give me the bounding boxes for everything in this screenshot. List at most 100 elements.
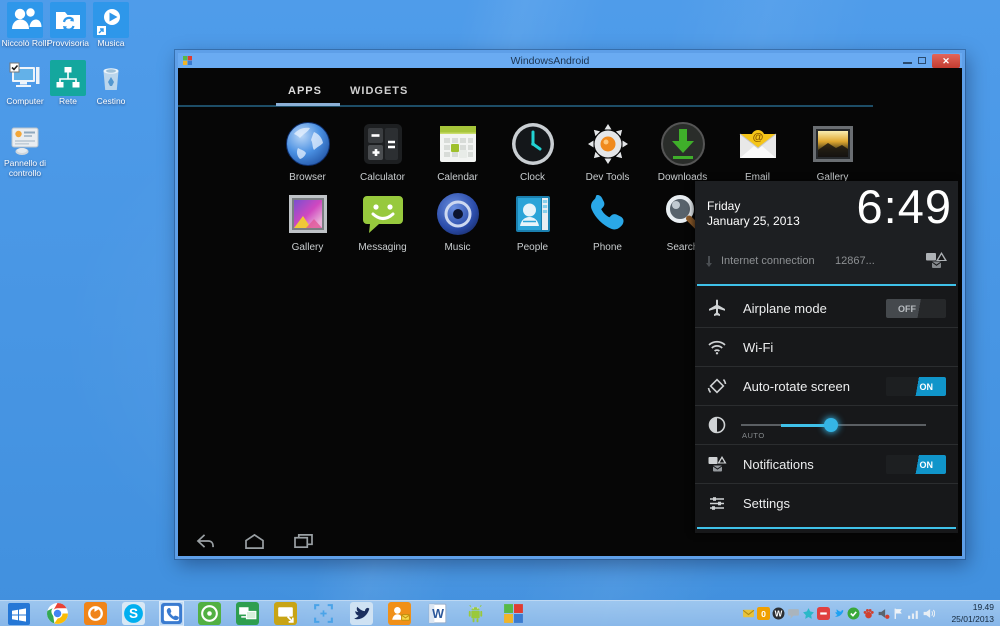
brightness-slider-thumb[interactable] [824,418,838,432]
taskbar-windowsandroid-icon[interactable] [502,602,525,625]
app-calendar[interactable]: Calendar [420,120,495,183]
taskbar-twitter-icon[interactable] [350,602,373,625]
maximize-button[interactable] [918,57,926,64]
tray-mail-icon[interactable] [742,607,755,620]
app-downloads[interactable]: Downloads [645,120,720,183]
quick-setting-notifications[interactable]: Notifications ON [695,445,958,484]
window-title: WindowsAndroid [510,54,590,67]
tray-recorder-icon[interactable] [817,607,830,620]
tray-volume-mixer-icon[interactable] [877,607,890,620]
recycle-bin-icon [93,60,129,96]
quick-setting-label: Wi-Fi [743,339,774,355]
panel-divider-bottom [697,527,956,529]
quick-setting-settings[interactable]: Settings [695,484,958,522]
notifications-toggle[interactable]: ON [886,455,946,474]
window-titlebar[interactable]: WindowsAndroid [178,53,962,68]
notification-signal-icon [705,254,713,273]
rotate-toggle[interactable]: ON [886,377,946,396]
tray-action-flag-icon[interactable] [892,607,905,620]
panel-divider-top [697,284,956,286]
quick-setting-airplane[interactable]: Airplane mode OFF [695,289,958,328]
app-email[interactable]: @ Email [720,120,795,183]
start-button[interactable] [8,602,32,625]
quick-setting-rotate[interactable]: Auto-rotate screen ON [695,367,958,406]
app-label: Search [666,242,699,253]
desktop-icon-control-panel[interactable]: Pannello di controllo [2,122,48,179]
taskbar-chrome-icon[interactable] [46,602,69,625]
app-label: Music [444,242,471,253]
svg-text:W: W [432,607,444,621]
tray-network-signal-icon[interactable] [907,607,920,620]
app-people[interactable]: People [495,190,570,253]
close-button[interactable] [932,53,960,68]
quick-settings: Airplane mode OFF Wi-Fi Auto-rotate screen O… [695,289,958,522]
app-calculator[interactable]: Calculator [345,120,420,183]
tab-apps[interactable]: APPS [288,85,322,97]
svg-text:0: 0 [761,609,766,619]
app-music-app[interactable]: Music [420,190,495,253]
system-tray: 0W [742,607,935,620]
taskbar-word-icon[interactable]: W [426,602,449,625]
quick-setting-brightness[interactable]: AUTO [695,406,958,445]
airplane-toggle[interactable]: OFF [886,299,946,318]
clock-icon [509,120,557,168]
tray-speaker-icon[interactable] [922,607,935,620]
quick-setting-label: Notifications [743,456,814,472]
tray-paw-icon[interactable] [862,607,875,620]
quick-setting-wifi[interactable]: Wi-Fi [695,328,958,367]
quick-setting-label: Auto-rotate screen [743,378,850,394]
taskbar-skype-icon[interactable]: S [122,602,145,625]
taskbar-screen-capture-icon[interactable] [312,602,335,625]
brightness-auto-label: AUTO [742,431,765,440]
user-icon [7,2,43,38]
airplane-icon [707,298,729,318]
taskbar-screen-share-icon[interactable] [274,602,297,625]
android-screen: APPS WIDGETS Browser Calculator Calendar Cl… [178,68,962,556]
folder-sync-icon [50,2,86,38]
tray-twitter-tray-icon[interactable] [832,607,845,620]
app-clock[interactable]: Clock [495,120,570,183]
nav-back-button[interactable] [194,533,217,550]
svg-text:W: W [775,610,783,619]
minimize-button[interactable] [903,61,912,64]
tray-counter-icon[interactable]: 0 [757,607,770,620]
taskbar-clock[interactable]: 19.49 25/01/2013 [942,602,994,625]
music-app-icon [434,190,482,238]
tray-antivirus-icon[interactable] [847,607,860,620]
nav-home-button[interactable] [243,533,266,550]
taskbar-media-orange-icon[interactable] [84,602,107,625]
app-browser[interactable]: Browser [270,120,345,183]
notification-item[interactable]: Internet connection 12867... [695,247,958,279]
clock-time: 19.49 [972,602,994,613]
desktop-icon-label: Cestino [96,96,126,106]
notification-label: Internet connection [721,255,815,267]
app-gallery-dark[interactable]: Gallery [795,120,870,183]
taskbar-outlook-icon[interactable] [388,602,411,625]
taskbar-android-icon[interactable] [464,602,487,625]
app-devtools[interactable]: Dev Tools [570,120,645,183]
panel-clock-area: Friday January 25, 2013 6:49 Internet co… [695,180,958,284]
taskbar: SW 0W 19.49 25/01/2013 [0,600,1000,626]
desktop-icon-label: Pannello di controllo [3,158,47,178]
app-grid-row-2: Gallery Messaging Music People Phone Search [270,190,720,253]
tray-messenger-icon[interactable] [802,607,815,620]
app-label: Gallery [291,242,324,253]
tab-widgets[interactable]: WIDGETS [350,85,408,97]
taskbar-phone-app-icon[interactable] [159,601,184,626]
desktop-icon-music[interactable]: Musica [88,2,134,49]
app-phone[interactable]: Phone [570,190,645,253]
taskbar-remote-monitors-icon[interactable] [236,602,259,625]
phone-icon [584,190,632,238]
app-messaging[interactable]: Messaging [345,190,420,253]
computer-icon [7,60,43,96]
tray-chat-bubble-icon[interactable] [787,607,800,620]
active-tab-indicator [276,103,340,106]
nav-recents-button[interactable] [292,533,315,550]
app-gallery-light[interactable]: Gallery [270,190,345,253]
desktop-icon-recycle-bin[interactable]: Cestino [88,60,134,107]
tray-media-disc-icon[interactable]: W [772,607,785,620]
panel-date: January 25, 2013 [707,214,800,228]
browser-icon [284,120,332,168]
gallery-dark-icon [809,120,857,168]
taskbar-voice-green-icon[interactable] [198,602,221,625]
